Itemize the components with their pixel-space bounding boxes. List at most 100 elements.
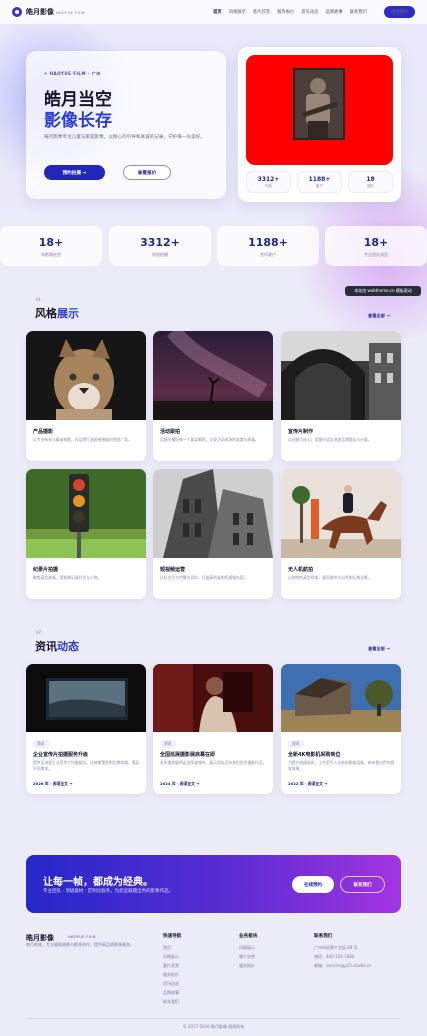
card-description: 以独特的高空视角，展现城市与自然的壮美全景。 bbox=[288, 575, 372, 580]
template-badge[interactable]: 本站由 webtheme.cn 模板驱动 bbox=[345, 286, 421, 296]
card-description: 聚焦真实故事，用影像记录时代与人物。 bbox=[33, 575, 102, 580]
hero-card: ✦ HAOYUE FILM · 广州 皓月当空 影像长存 皓月影像专注儿童与家庭… bbox=[26, 51, 226, 199]
news-tag: 资讯 bbox=[33, 740, 49, 748]
cta-banner: 让每一帧，都成为经典。 专业团队 · 顶级器材 · 定制化服务，为您呈献最出色的… bbox=[26, 855, 401, 913]
card-title: 短视频运营 bbox=[160, 567, 186, 573]
section-title-accent: 动态 bbox=[57, 640, 79, 653]
footer-link[interactable]: 客片欣赏 bbox=[163, 963, 179, 969]
gothic-building-photo bbox=[153, 469, 273, 558]
news-card-1[interactable]: 资讯 企业宣传片拍摄服务升级 提供全流程企业宣传片拍摄服务，从前期策划到后期剪辑… bbox=[26, 664, 146, 794]
nav-item-news[interactable]: 资讯动态 bbox=[301, 9, 318, 15]
stat-label: 原创拍摄 bbox=[152, 252, 168, 257]
view-pricing-button[interactable]: 查看报价 bbox=[123, 165, 171, 180]
top-nav: 皓月影像 HAOYUE FILM 首页 风格展示 客片欣赏 服务报价 资讯动态 … bbox=[0, 0, 427, 24]
stat-value: 1188+ bbox=[248, 236, 288, 249]
news-meta-read-more[interactable]: 2022 年 · 阅读全文 → bbox=[288, 781, 327, 787]
footer-link[interactable]: 客片欣赏 bbox=[239, 954, 255, 960]
mini-stat-label: 团队 bbox=[367, 184, 374, 188]
footer-link[interactable]: 服务报价 bbox=[163, 972, 179, 978]
main-menu: 首页 风格展示 客片欣赏 服务报价 资讯动态 品牌故事 联系我们 在线预约 bbox=[213, 6, 415, 18]
footer-link[interactable]: 首页 bbox=[163, 945, 171, 951]
style-card-promo[interactable]: 宣传片制作 以创意为核心，用镜头语言讲述品牌理念与价值。 bbox=[281, 331, 401, 461]
news-tag: 资讯 bbox=[288, 740, 304, 748]
card-title: 无人机航拍 bbox=[288, 567, 314, 573]
style-card-shortvideo[interactable]: 短视频运营 以社交平台传播为导向，打造高质量的短视频内容。 bbox=[153, 469, 273, 599]
cta-contact-button[interactable]: 联系我们 bbox=[340, 876, 385, 893]
footer-description: 皓月影像，专注摄影摄像与影视创作，提供高品质影像服务。 bbox=[26, 942, 134, 947]
mini-stat-value: 3312+ bbox=[257, 176, 280, 183]
cta-title: 让每一帧，都成为经典。 bbox=[43, 877, 153, 888]
copyright: © 2017-2026 皓月影像 版权所有 bbox=[182, 1024, 245, 1029]
section-title-plain: 资讯 bbox=[35, 640, 57, 653]
footer-col-contact-title: 联系我们 bbox=[314, 934, 333, 939]
nav-item-pricing[interactable]: 服务报价 bbox=[277, 9, 294, 15]
mini-stat-team: 18 团队 bbox=[348, 171, 393, 193]
news-meta-read-more[interactable]: 2024 年 · 阅读全文 → bbox=[160, 781, 199, 787]
style-card-event[interactable]: 活动跟拍 用镜头捕捉每一个真实瞬间，记录活动现场的温度与故事。 bbox=[153, 331, 273, 461]
book-now-button[interactable]: 在线预约 bbox=[383, 6, 415, 18]
footer-link[interactable]: 联系我们 bbox=[163, 999, 179, 1005]
nav-item-story[interactable]: 品牌故事 bbox=[325, 9, 342, 15]
card-title: 活动跟拍 bbox=[160, 429, 181, 435]
section-title-accent: 展示 bbox=[57, 307, 79, 320]
nav-item-gallery[interactable]: 客片欣赏 bbox=[253, 9, 270, 15]
news-title: 企业宣传片拍摄服务升级 bbox=[33, 752, 89, 758]
news-card-2[interactable]: 资讯 全国巡展摄影展启幕在即 本年度巡展将走进多座城市，展示团队近年来的优秀摄影… bbox=[153, 664, 273, 794]
nav-item-styles[interactable]: 风格展示 bbox=[229, 9, 246, 15]
stat-label: 合作客户 bbox=[260, 252, 276, 257]
nav-item-home[interactable]: 首页 bbox=[213, 9, 222, 15]
section-number: 01 bbox=[36, 297, 42, 302]
footer-col-nav-title: 快速导航 bbox=[163, 934, 182, 939]
section-title-styles: 风格展示 bbox=[35, 305, 79, 321]
footer-phone: 电话：400-124-1880 bbox=[314, 954, 355, 959]
footer-col-business-title: 业务板块 bbox=[239, 934, 258, 939]
see-all-news-link[interactable]: 查看全部 → bbox=[368, 646, 390, 652]
section-number: 02 bbox=[36, 630, 42, 635]
traffic-light-photo bbox=[26, 469, 146, 558]
logo-icon[interactable] bbox=[12, 7, 22, 17]
card-description: 以创意为核心，用镜头语言讲述品牌理念与价值。 bbox=[288, 437, 372, 442]
old-house-photo bbox=[281, 664, 401, 732]
mini-stat-value: 18 bbox=[366, 176, 375, 183]
footer-link[interactable]: 品牌故事 bbox=[163, 990, 179, 996]
footer-link[interactable]: 风格展示 bbox=[239, 945, 255, 951]
footer-brand-subtitle: HAOYUE FILM bbox=[68, 935, 96, 939]
section-title-news: 资讯动态 bbox=[35, 638, 79, 654]
cta-book-button[interactable]: 在线预约 bbox=[292, 876, 334, 893]
book-shoot-button[interactable]: 预约拍摄 → bbox=[44, 165, 105, 180]
hero-image-panel bbox=[246, 55, 393, 165]
card-description: 用镜头捕捉每一个真实瞬间，记录活动现场的温度与故事。 bbox=[160, 437, 259, 442]
news-tag: 资讯 bbox=[160, 740, 176, 748]
footer-link[interactable]: 风格展示 bbox=[163, 954, 179, 960]
mini-stat-label: 客户 bbox=[316, 184, 323, 188]
news-title: 全新4K电影机采购到位 bbox=[288, 752, 341, 758]
stat-value: 18+ bbox=[363, 236, 389, 249]
stat-team: 18+ 专业团队成员 bbox=[325, 226, 427, 266]
news-title: 全国巡展摄影展启幕在即 bbox=[160, 752, 216, 758]
hero-description: 皓月影像专注儿童与家庭影像，以耐心的引导和真诚的记录，守护每一份美好。 bbox=[44, 135, 205, 140]
footer-email[interactable]: 邮箱：service@p25.studio.cn bbox=[314, 963, 371, 969]
footer-link[interactable]: 服务报价 bbox=[239, 963, 255, 969]
footer-link[interactable]: 资讯动态 bbox=[163, 981, 179, 987]
stat-value: 18+ bbox=[38, 236, 64, 249]
nav-item-contact[interactable]: 联系我们 bbox=[350, 9, 367, 15]
see-all-styles-link[interactable]: 查看全部 → bbox=[368, 313, 390, 319]
horse-rider-photo bbox=[281, 469, 401, 558]
section-title-plain: 风格 bbox=[35, 307, 57, 320]
news-meta-read-more[interactable]: 2026 年 · 阅读全文 → bbox=[33, 781, 72, 787]
style-card-documentary[interactable]: 纪录片拍摄 聚焦真实故事，用影像记录时代与人物。 bbox=[26, 469, 146, 599]
stat-value: 3312+ bbox=[140, 236, 180, 249]
monitor-photo bbox=[26, 664, 146, 732]
hero-eyebrow: ✦ HAOYUE FILM · 广州 bbox=[44, 71, 101, 76]
puma-photo bbox=[26, 331, 146, 420]
mini-stat-label: 作品 bbox=[265, 184, 272, 188]
style-card-product[interactable]: 产品摄影 以专业布光与精准构图，为品牌打造质感细腻的视觉广告。 bbox=[26, 331, 146, 461]
news-card-3[interactable]: 资讯 全新4K电影机采购到位 为提升拍摄画质，工作室引入全新电影级设备，带来更出… bbox=[281, 664, 401, 794]
brand-name[interactable]: 皓月影像 bbox=[26, 7, 54, 17]
stat-works: 3312+ 原创拍摄 bbox=[109, 226, 211, 266]
style-card-aerial[interactable]: 无人机航拍 以独特的高空视角，展现城市与自然的壮美全景。 bbox=[281, 469, 401, 599]
guitarist-photo bbox=[293, 68, 345, 140]
mini-stat-works: 3312+ 作品 bbox=[246, 171, 291, 193]
stat-label: 专业团队成员 bbox=[364, 252, 388, 257]
arch-building-photo bbox=[281, 331, 401, 420]
